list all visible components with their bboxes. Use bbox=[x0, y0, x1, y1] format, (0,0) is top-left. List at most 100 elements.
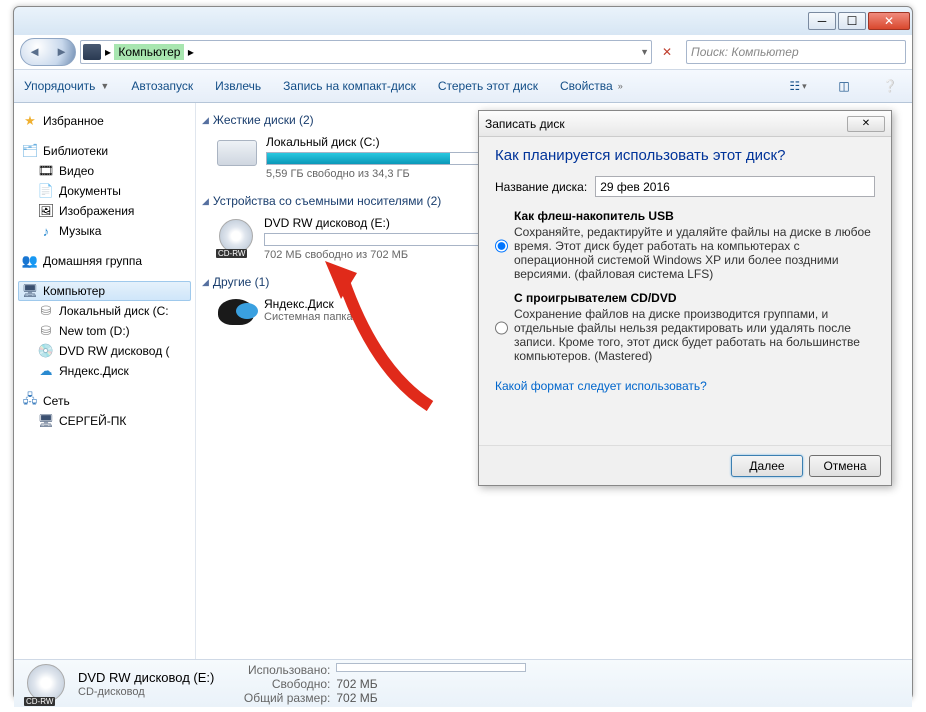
homegroup-icon: 👥 bbox=[22, 253, 38, 269]
status-properties: Использовано: Свободно: 702 МБ Общий разм… bbox=[234, 663, 526, 705]
status-sub: CD-дисковод bbox=[78, 686, 214, 698]
dialog-question: Как планируется использовать этот диск? bbox=[495, 147, 875, 164]
network-icon: 🖧 bbox=[22, 393, 38, 409]
picture-icon: 🖼 bbox=[38, 203, 54, 219]
address-bar[interactable]: ▸ Компьютер ▸ ▼ bbox=[80, 40, 652, 64]
sidebar-newtom[interactable]: ⛁New tom (D:) bbox=[18, 321, 191, 341]
sidebar-videos[interactable]: 🎞Видео bbox=[18, 161, 191, 181]
option-cddvd[interactable]: С проигрывателем CD/DVD Сохранение файло… bbox=[495, 291, 875, 363]
document-icon: 📄 bbox=[38, 183, 54, 199]
sidebar-pc[interactable]: 🖥СЕРГЕЙ-ПК bbox=[18, 411, 191, 431]
burn-disc-dialog: Записать диск ✕ Как планируется использо… bbox=[478, 110, 892, 486]
cdrw-badge: CD-RW bbox=[216, 249, 247, 258]
hdd-icon: ⛁ bbox=[38, 323, 54, 339]
cdrw-badge: CD-RW bbox=[24, 697, 55, 706]
hdd-icon bbox=[216, 135, 258, 171]
dialog-titlebar: Записать диск ✕ bbox=[479, 111, 891, 137]
burn-button[interactable]: Запись на компакт-диск bbox=[283, 79, 416, 93]
status-free-label: Свободно: bbox=[234, 677, 330, 691]
music-icon: ♪ bbox=[38, 223, 54, 239]
dialog-close-button[interactable]: ✕ bbox=[847, 116, 885, 132]
sidebar-homegroup[interactable]: 👥Домашняя группа bbox=[18, 251, 191, 271]
sidebar-libraries[interactable]: 🗂Библиотеки bbox=[18, 141, 191, 161]
drive-c[interactable]: Локальный диск (С:) 5,59 ГБ свободно из … bbox=[216, 135, 486, 180]
toolbar: Упорядочить▼ Автозапуск Извлечь Запись н… bbox=[14, 69, 912, 103]
option-usb[interactable]: Как флеш-накопитель USB Сохраняйте, реда… bbox=[495, 209, 875, 281]
video-icon: 🎞 bbox=[38, 163, 54, 179]
cancel-button[interactable]: Отмена bbox=[809, 455, 881, 477]
drive-dvdrw-label: DVD RW дисковод (E:) bbox=[264, 216, 486, 230]
status-name: DVD RW дисковод (E:) bbox=[78, 670, 214, 685]
view-options-icon[interactable]: ☷▾ bbox=[786, 75, 810, 97]
maximize-button[interactable]: ☐ bbox=[838, 12, 866, 30]
breadcrumb-sep2: ▸ bbox=[188, 45, 194, 59]
status-total-label: Общий размер: bbox=[234, 691, 330, 705]
option-cddvd-desc: Сохранение файлов на диске производится … bbox=[514, 307, 875, 363]
drive-c-free: 5,59 ГБ свободно из 34,3 ГБ bbox=[266, 168, 486, 180]
drive-dvdrw[interactable]: CD-RW DVD RW дисковод (E:) 702 МБ свобод… bbox=[216, 216, 486, 261]
close-button[interactable]: ✕ bbox=[868, 12, 910, 30]
sidebar-localdisk[interactable]: ⛁Локальный диск (С: bbox=[18, 301, 191, 321]
help-icon[interactable]: ❔ bbox=[878, 75, 902, 97]
breadcrumb-root[interactable]: Компьютер bbox=[114, 44, 184, 60]
drive-dvdrw-usage-bar bbox=[264, 233, 484, 246]
option-usb-title: Как флеш-накопитель USB bbox=[514, 209, 875, 223]
search-box[interactable]: Поиск: Компьютер bbox=[686, 40, 906, 64]
sidebar-music[interactable]: ♪Музыка bbox=[18, 221, 191, 241]
nav-row: ◄► ▸ Компьютер ▸ ▼ ✕ Поиск: Компьютер bbox=[14, 34, 912, 69]
status-used-label: Использовано: bbox=[234, 663, 330, 677]
dialog-title: Записать диск bbox=[485, 117, 565, 131]
status-free-val: 702 МБ bbox=[336, 677, 377, 691]
option-cddvd-radio[interactable] bbox=[495, 293, 508, 363]
preview-pane-icon[interactable]: ◫ bbox=[832, 75, 856, 97]
nav-sidebar: ★Избранное 🗂Библиотеки 🎞Видео 📄Документы… bbox=[14, 103, 196, 659]
status-used-bar bbox=[336, 663, 526, 672]
sidebar-network[interactable]: 🖧Сеть bbox=[18, 391, 191, 411]
erase-button[interactable]: Стереть этот диск bbox=[438, 79, 538, 93]
sidebar-yandex[interactable]: ☁Яндекс.Диск bbox=[18, 361, 191, 381]
drive-yandex[interactable]: Яндекс.Диск Системная папка bbox=[216, 297, 486, 327]
address-delete-icon[interactable]: ✕ bbox=[656, 42, 678, 62]
eject-button[interactable]: Извлечь bbox=[215, 79, 261, 93]
drive-yandex-label: Яндекс.Диск bbox=[264, 297, 486, 311]
cdrw-icon: CD-RW bbox=[216, 216, 256, 256]
option-cddvd-title: С проигрывателем CD/DVD bbox=[514, 291, 875, 305]
next-button[interactable]: Далее bbox=[731, 455, 803, 477]
hdd-icon: ⛁ bbox=[38, 303, 54, 319]
nav-back-forward[interactable]: ◄► bbox=[20, 38, 76, 66]
autoplay-button[interactable]: Автозапуск bbox=[131, 79, 193, 93]
option-usb-radio[interactable] bbox=[495, 211, 508, 281]
library-icon: 🗂 bbox=[22, 143, 38, 159]
status-total-val: 702 МБ bbox=[336, 691, 377, 705]
drive-c-label: Локальный диск (С:) bbox=[266, 135, 486, 149]
sidebar-computer[interactable]: 🖥Компьютер bbox=[18, 281, 191, 301]
drive-c-usage-bar bbox=[266, 152, 486, 165]
computer-icon bbox=[83, 44, 101, 60]
star-icon: ★ bbox=[22, 113, 38, 129]
window-titlebar: ─ ☐ ✕ bbox=[14, 7, 912, 34]
minimize-button[interactable]: ─ bbox=[808, 12, 836, 30]
disc-name-input[interactable] bbox=[595, 176, 875, 197]
search-placeholder: Поиск: Компьютер bbox=[691, 45, 799, 59]
status-disc-icon: CD-RW bbox=[24, 664, 68, 704]
pc-icon: 🖥 bbox=[38, 413, 54, 429]
collapse-icon: ◢ bbox=[202, 115, 209, 126]
properties-button[interactable]: Свойства» bbox=[560, 79, 623, 93]
organize-menu[interactable]: Упорядочить▼ bbox=[24, 79, 109, 93]
drive-dvdrw-free: 702 МБ свободно из 702 МБ bbox=[264, 249, 486, 261]
disc-icon: 💿 bbox=[38, 343, 54, 359]
yandex-icon: ☁ bbox=[38, 363, 54, 379]
sidebar-dvdrw[interactable]: 💿DVD RW дисковод ( bbox=[18, 341, 191, 361]
status-bar: CD-RW DVD RW дисковод (E:) CD-дисковод И… bbox=[14, 659, 912, 707]
collapse-icon: ◢ bbox=[202, 277, 209, 288]
sidebar-documents[interactable]: 📄Документы bbox=[18, 181, 191, 201]
sidebar-pictures[interactable]: 🖼Изображения bbox=[18, 201, 191, 221]
address-dropdown-icon[interactable]: ▼ bbox=[640, 47, 649, 57]
yandex-disk-icon bbox=[216, 297, 256, 327]
sidebar-favorites[interactable]: ★Избранное bbox=[18, 111, 191, 131]
breadcrumb-sep: ▸ bbox=[105, 45, 111, 59]
disc-name-label: Название диска: bbox=[495, 180, 587, 194]
format-help-link[interactable]: Какой формат следует использовать? bbox=[495, 379, 707, 393]
dialog-footer: Далее Отмена bbox=[479, 445, 891, 485]
collapse-icon: ◢ bbox=[202, 196, 209, 207]
